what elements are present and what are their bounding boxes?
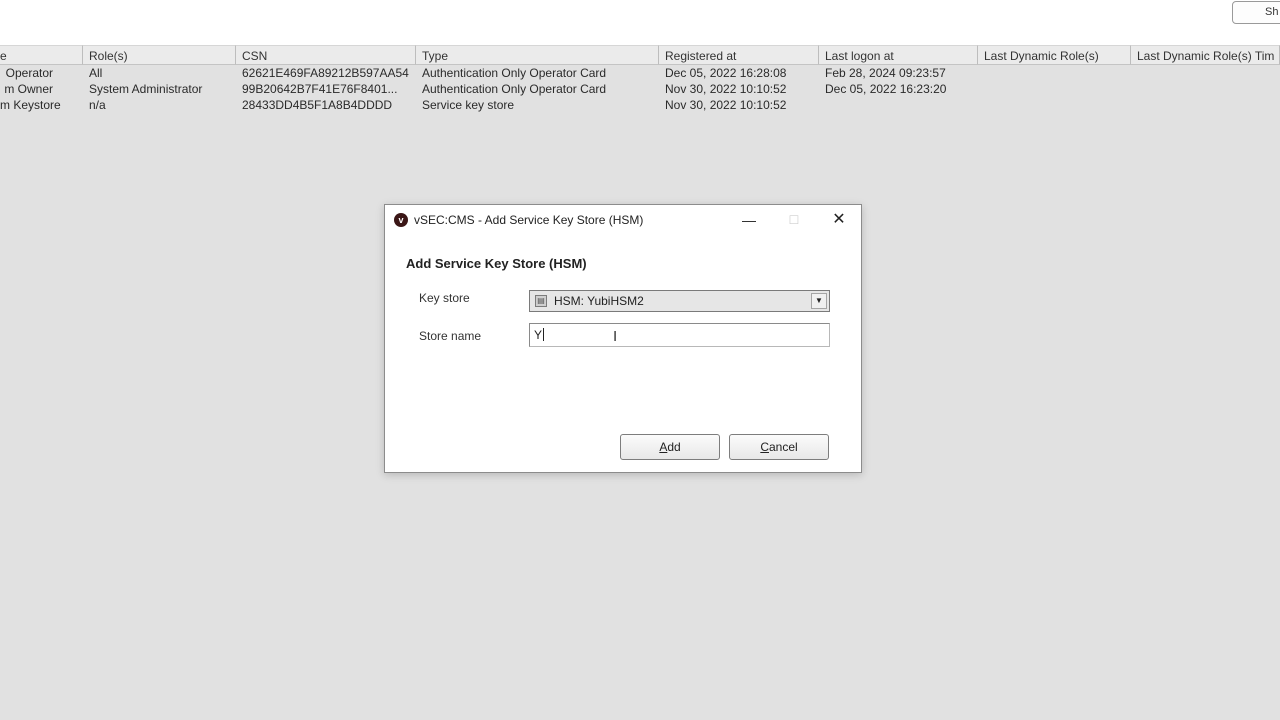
maximize-button: ☐ <box>776 209 812 231</box>
store-name-input[interactable]: Y <box>529 323 830 347</box>
table-header: e Role(s) CSN Type Registered at Last lo… <box>0 45 1280 65</box>
cell-csn: 28433DD4B5F1A8B4DDDD <box>242 98 393 112</box>
cell-type: Authentication Only Operator Card <box>422 66 607 80</box>
cell-name: m Owner <box>4 82 53 96</box>
hsm-device-icon: ▤ <box>535 295 547 307</box>
cell-roles: n/a <box>89 98 106 112</box>
cell-roles: All <box>89 66 103 80</box>
add-service-key-store-dialog: v vSEC:CMS - Add Service Key Store (HSM)… <box>384 204 862 473</box>
col-header-roles[interactable]: Role(s) <box>83 45 236 65</box>
dialog-heading: Add Service Key Store (HSM) <box>406 256 587 271</box>
text-cursor-icon: Ι <box>613 328 618 345</box>
cell-registered-at: Dec 05, 2022 16:28:08 <box>665 66 787 80</box>
table-row[interactable]: m Keystore n/a 28433DD4B5F1A8B4DDDD Serv… <box>0 97 1280 113</box>
store-name-value: Y <box>534 328 543 342</box>
cell-name: Operator <box>5 66 53 80</box>
cancel-button-label: ancel <box>768 440 798 454</box>
show-button[interactable]: Sh <box>1232 1 1280 24</box>
key-store-label: Key store <box>419 291 470 305</box>
col-header-name[interactable]: e <box>0 45 83 65</box>
app-logo-icon: v <box>394 213 408 227</box>
cell-name: m Keystore <box>0 98 61 112</box>
cell-registered-at: Nov 30, 2022 10:10:52 <box>665 98 787 112</box>
cell-csn: 62621E469FA89212B597AA54 <box>242 66 409 80</box>
top-toolbar: Sh <box>0 0 1280 45</box>
dropdown-arrow-icon[interactable]: ▼ <box>811 293 827 309</box>
cell-last-logon-at: Dec 05, 2022 16:23:20 <box>825 82 947 96</box>
close-icon: ✕ <box>832 211 846 228</box>
store-name-label: Store name <box>419 329 482 343</box>
col-header-last-logon-at[interactable]: Last logon at <box>819 45 978 65</box>
text-caret <box>543 328 545 341</box>
maximize-icon: ☐ <box>788 213 800 227</box>
cell-registered-at: Nov 30, 2022 10:10:52 <box>665 82 787 96</box>
cancel-button[interactable]: Cancel <box>729 434 829 460</box>
minimize-button[interactable]: — <box>731 209 767 231</box>
minimize-icon: — <box>742 212 756 228</box>
table-row[interactable]: Operator All 62621E469FA89212B597AA54 Au… <box>0 65 1280 81</box>
close-button[interactable]: ✕ <box>821 209 857 231</box>
add-button-label: dd <box>667 440 681 454</box>
col-header-type[interactable]: Type <box>416 45 659 65</box>
cancel-hotkey-letter: C <box>760 440 769 454</box>
key-store-selected-value: HSM: YubiHSM2 <box>554 294 644 308</box>
cell-csn: 99B20642B7F41E76F8401... <box>242 82 398 96</box>
dialog-title: vSEC:CMS - Add Service Key Store (HSM) <box>414 213 644 227</box>
col-header-last-dynamic-roles[interactable]: Last Dynamic Role(s) <box>978 45 1131 65</box>
col-header-registered-at[interactable]: Registered at <box>659 45 819 65</box>
col-header-csn[interactable]: CSN <box>236 45 416 65</box>
cell-last-logon-at: Feb 28, 2024 09:23:57 <box>825 66 946 80</box>
cell-type: Service key store <box>422 98 515 112</box>
cell-type: Authentication Only Operator Card <box>422 82 607 96</box>
cell-roles: System Administrator <box>89 82 203 96</box>
col-header-last-dynamic-roles-time[interactable]: Last Dynamic Role(s) Tim <box>1131 45 1280 65</box>
add-button[interactable]: Add <box>620 434 720 460</box>
cell-last-logon-at <box>819 97 978 113</box>
table-row[interactable]: m Owner System Administrator 99B20642B7F… <box>0 81 1280 97</box>
key-store-select[interactable]: ▤ HSM: YubiHSM2 ▼ <box>529 290 830 312</box>
dialog-titlebar[interactable]: v vSEC:CMS - Add Service Key Store (HSM)… <box>385 205 861 235</box>
